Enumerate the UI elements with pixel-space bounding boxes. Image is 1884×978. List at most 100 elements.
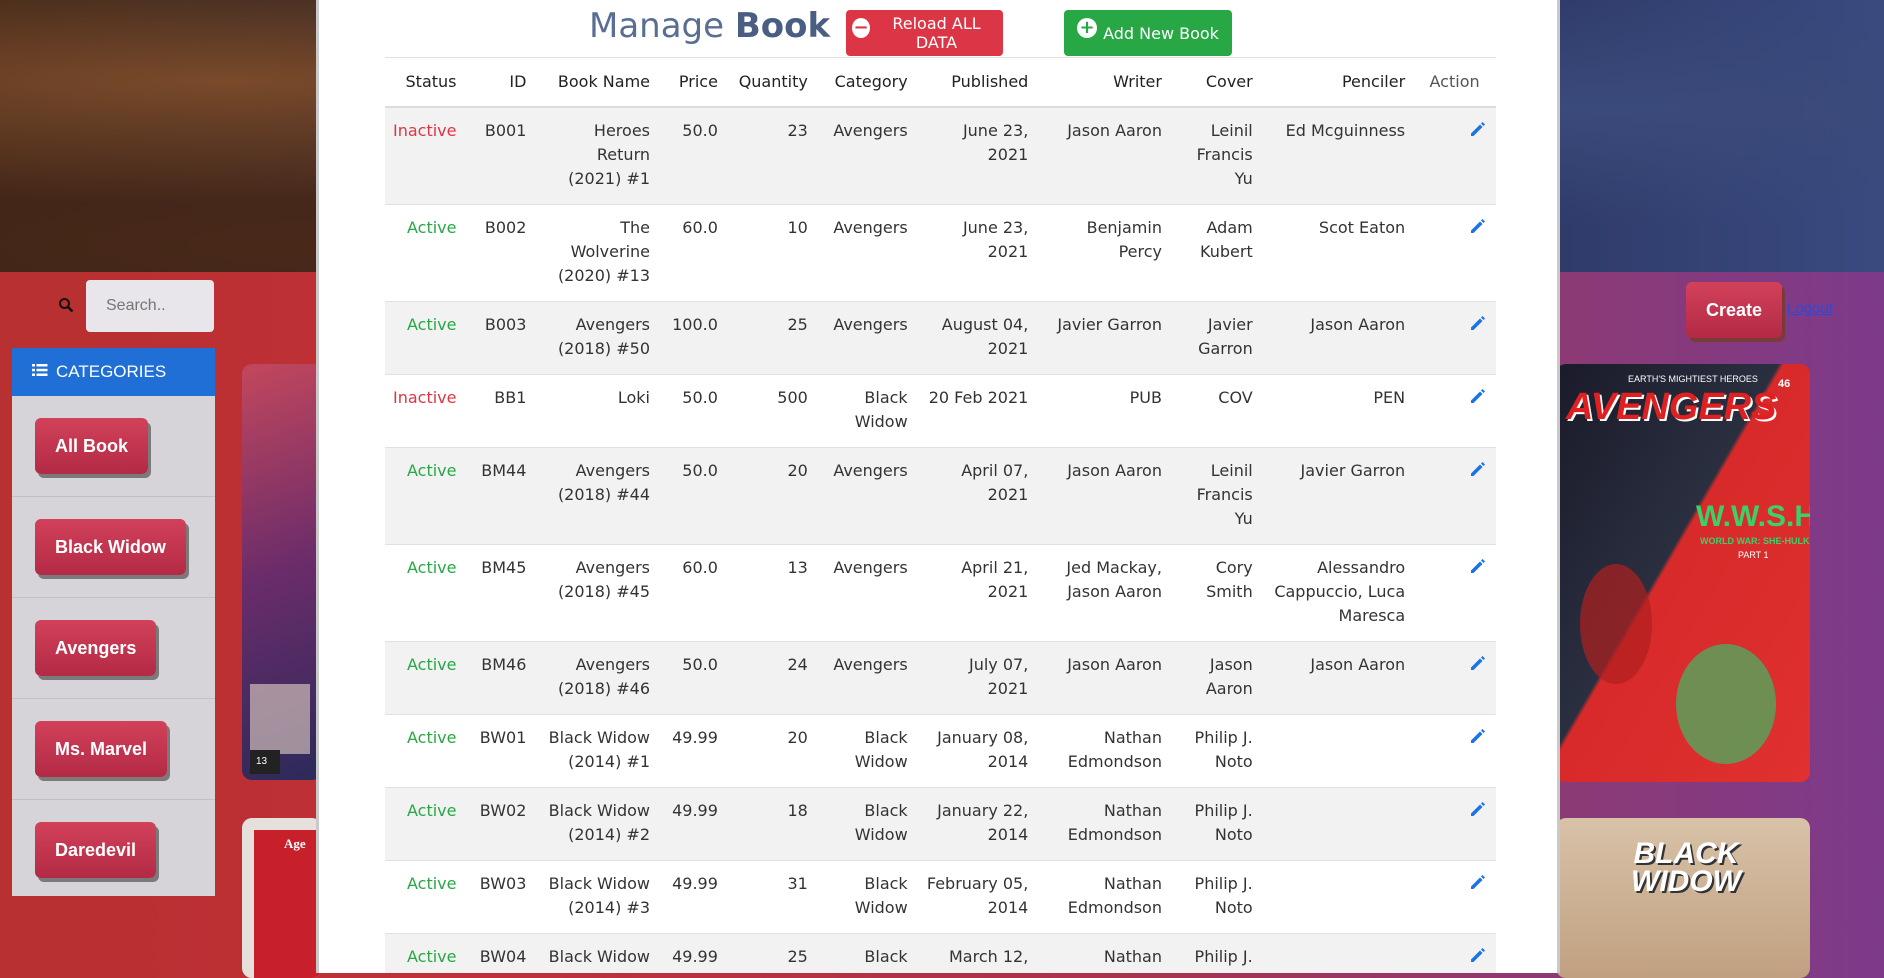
reload-all-data-button[interactable]: − Reload ALL DATA bbox=[846, 10, 1003, 56]
cell-cover: Jason Aaron bbox=[1169, 641, 1261, 715]
search-input[interactable] bbox=[86, 280, 214, 332]
cell-published: January 08, 2014 bbox=[915, 714, 1037, 788]
comic-cover-left-bottom[interactable]: Age bbox=[242, 818, 322, 978]
edit-pencil-icon[interactable] bbox=[1468, 313, 1488, 333]
cell-penciler: PEN bbox=[1260, 374, 1414, 448]
cell-price: 49.99 bbox=[658, 714, 726, 788]
column-header[interactable]: Quantity bbox=[725, 57, 816, 108]
category-black-widow-button[interactable]: Black Widow bbox=[35, 519, 186, 575]
cell-writer: Jason Aaron bbox=[1036, 641, 1170, 715]
column-header[interactable]: Category bbox=[815, 57, 916, 108]
column-header[interactable]: ID bbox=[464, 57, 535, 108]
column-header[interactable]: Cover bbox=[1169, 57, 1261, 108]
edit-pencil-icon[interactable] bbox=[1468, 799, 1488, 819]
category-ms-marvel-button[interactable]: Ms. Marvel bbox=[35, 721, 168, 777]
cell-writer: Nathan Edmondson bbox=[1036, 787, 1170, 861]
edit-pencil-icon[interactable] bbox=[1468, 945, 1488, 965]
edit-pencil-icon[interactable] bbox=[1468, 556, 1488, 576]
cell-status: Active bbox=[385, 447, 465, 545]
cell-category: Avengers bbox=[815, 544, 916, 642]
cell-published: June 23, 2021 bbox=[915, 204, 1037, 302]
cell-category: Black Widow bbox=[815, 860, 916, 934]
reload-label: Reload ALL DATA bbox=[892, 14, 981, 52]
table-row: Active BW02 Black Widow (2014) #2 49.99 18 Bl… bbox=[385, 787, 1496, 861]
cell-category: Avengers bbox=[815, 204, 916, 302]
manage-book-modal: Manage Book − Reload ALL DATA + Add New … bbox=[316, 0, 1560, 973]
comic-cover-black-widow[interactable]: BLACK WIDOW bbox=[1556, 818, 1810, 978]
comic-cover-avengers[interactable]: EARTH'S MIGHTIEST HEROES AVENGERS 46 W.W… bbox=[1556, 364, 1810, 782]
cell-action bbox=[1413, 860, 1496, 934]
cell-category: Black Widow bbox=[815, 714, 916, 788]
cell-name: Loki bbox=[534, 374, 658, 448]
comic-cover-left-top[interactable]: 13 bbox=[242, 364, 322, 780]
table-row: Inactive B001 Heroes Return (2021) #1 50.0 2… bbox=[385, 106, 1496, 205]
cell-published: March 12, bbox=[915, 933, 1037, 973]
cell-cover: Leinil Francis Yu bbox=[1169, 106, 1261, 205]
table-header-row: Status ID Book Name Price Quantity Categ… bbox=[385, 57, 1496, 108]
cell-cover: Javier Garron bbox=[1169, 301, 1261, 375]
column-header[interactable]: Status bbox=[385, 57, 465, 108]
category-daredevil-button[interactable]: Daredevil bbox=[35, 822, 157, 878]
cell-status: Active bbox=[385, 641, 465, 715]
cell-writer: Javier Garron bbox=[1036, 301, 1170, 375]
edit-pencil-icon[interactable] bbox=[1468, 386, 1488, 406]
logout-link[interactable]: Logout bbox=[1787, 300, 1833, 317]
table-row: Active BW03 Black Widow (2014) #3 49.99 31 Bl… bbox=[385, 860, 1496, 934]
column-header[interactable]: Price bbox=[658, 57, 726, 108]
modal-title: Manage Book bbox=[589, 6, 830, 46]
category-all-book-button[interactable]: All Book bbox=[35, 418, 149, 474]
cell-status: Active bbox=[385, 787, 465, 861]
cell-id: BM45 bbox=[464, 544, 535, 642]
cell-name: Avengers (2018) #45 bbox=[534, 544, 658, 642]
edit-pencil-icon[interactable] bbox=[1468, 653, 1488, 673]
cell-status: Active bbox=[385, 204, 465, 302]
search-bar bbox=[58, 280, 214, 332]
edit-pencil-icon[interactable] bbox=[1468, 872, 1488, 892]
cell-category: Black bbox=[815, 933, 916, 973]
cell-name: Black Widow bbox=[534, 933, 658, 973]
cell-penciler bbox=[1260, 860, 1414, 934]
edit-pencil-icon[interactable] bbox=[1468, 459, 1488, 479]
edit-pencil-icon[interactable] bbox=[1468, 726, 1488, 746]
table-row: Inactive BB1 Loki 50.0 500 Black Widow 20 Feb … bbox=[385, 374, 1496, 448]
cell-cover: Philip J. Noto bbox=[1169, 787, 1261, 861]
column-header[interactable]: Writer bbox=[1036, 57, 1170, 108]
edit-pencil-icon[interactable] bbox=[1468, 216, 1488, 236]
cell-id: B002 bbox=[464, 204, 535, 302]
cell-published: August 04, 2021 bbox=[915, 301, 1037, 375]
cell-action bbox=[1413, 714, 1496, 788]
add-new-book-button[interactable]: + Add New Book bbox=[1064, 10, 1232, 56]
cell-category: Avengers bbox=[815, 301, 916, 375]
edit-pencil-icon[interactable] bbox=[1468, 119, 1488, 139]
title-prefix: Manage bbox=[589, 6, 725, 46]
column-header: Action bbox=[1413, 57, 1496, 108]
cell-status: Active bbox=[385, 714, 465, 788]
cell-id: BW02 bbox=[464, 787, 535, 861]
list-icon bbox=[32, 362, 48, 382]
cell-quantity: 31 bbox=[725, 860, 816, 934]
cell-status: Inactive bbox=[385, 106, 465, 205]
cell-penciler bbox=[1260, 787, 1414, 861]
table-row: Active BM45 Avengers (2018) #45 60.0 13 Aveng… bbox=[385, 544, 1496, 642]
cell-quantity: 25 bbox=[725, 301, 816, 375]
cell-published: 20 Feb 2021 bbox=[915, 374, 1037, 448]
category-avengers-button[interactable]: Avengers bbox=[35, 620, 157, 676]
cell-cover: Cory Smith bbox=[1169, 544, 1261, 642]
table-row: Active BM46 Avengers (2018) #46 50.0 24 Aveng… bbox=[385, 641, 1496, 715]
column-header[interactable]: Published bbox=[915, 57, 1037, 108]
column-header[interactable]: Penciler bbox=[1260, 57, 1414, 108]
create-button[interactable]: Create bbox=[1686, 282, 1782, 338]
minus-circle-icon: − bbox=[852, 17, 870, 38]
cell-price: 100.0 bbox=[658, 301, 726, 375]
cell-penciler: Javier Garron bbox=[1260, 447, 1414, 545]
cell-quantity: 13 bbox=[725, 544, 816, 642]
cell-writer: Nathan bbox=[1036, 933, 1170, 973]
cell-id: BM46 bbox=[464, 641, 535, 715]
cell-name: Black Widow (2014) #3 bbox=[534, 860, 658, 934]
column-header[interactable]: Book Name bbox=[534, 57, 658, 108]
cell-id: BW01 bbox=[464, 714, 535, 788]
cell-price: 50.0 bbox=[658, 106, 726, 205]
cell-cover: Philip J. Noto bbox=[1169, 860, 1261, 934]
cell-category: Avengers bbox=[815, 641, 916, 715]
cell-penciler: Scot Eaton bbox=[1260, 204, 1414, 302]
